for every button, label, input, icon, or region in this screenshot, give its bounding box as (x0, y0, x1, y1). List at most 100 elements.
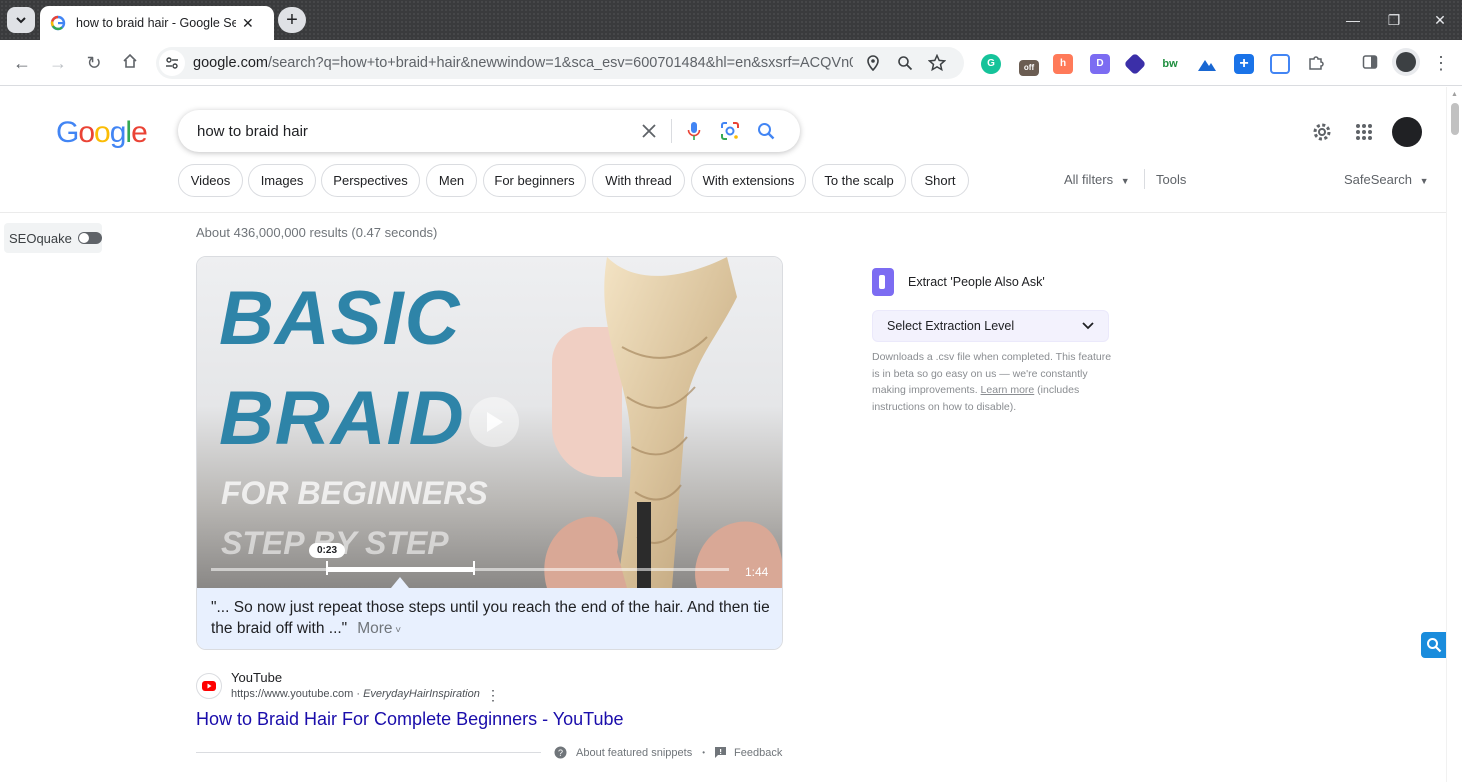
filter-divider (1144, 169, 1145, 189)
video-duration: 1:44 (745, 565, 769, 579)
dot-separator: • (702, 748, 706, 757)
chip-men[interactable]: Men (426, 164, 477, 197)
url-text: google.com/search?q=how+to+braid+hair&ne… (193, 55, 853, 71)
new-tab-button[interactable]: + (278, 7, 306, 33)
svg-text:?: ? (558, 748, 563, 758)
youtube-favicon-icon[interactable] (196, 673, 222, 699)
seoquake-label: SEOquake (9, 230, 72, 246)
chip-to-the-scalp[interactable]: To the scalp (812, 164, 906, 197)
dropdown-arrow-icon: ▼ (1120, 176, 1130, 186)
progress-tick-start (326, 561, 328, 575)
chevron-down-icon (16, 17, 26, 24)
badge-extension-icon[interactable] (1123, 52, 1147, 76)
google-favicon-icon (50, 15, 66, 31)
chip-images[interactable]: Images (248, 164, 316, 197)
help-circle-icon: ? (554, 746, 567, 759)
browser-tab-active[interactable]: how to braid hair - Google Search ✕ (40, 6, 274, 40)
address-bar[interactable]: google.com/search?q=how+to+braid+hair&ne… (156, 47, 964, 79)
page-scrollbar[interactable]: ▲ (1446, 87, 1462, 782)
bookmark-star-icon[interactable] (925, 51, 949, 75)
browser-toolbar: ← → ↻ google.com/search?q=how+to+braid+h… (0, 40, 1462, 118)
tools-button[interactable]: Tools (1156, 172, 1186, 187)
learn-more-link[interactable]: Learn more (981, 384, 1035, 396)
floating-search-tool-icon[interactable] (1421, 632, 1447, 658)
paa-extractor-icon (872, 268, 894, 296)
mountain-extension-icon[interactable] (1197, 54, 1217, 74)
result-title-link[interactable]: How to Braid Hair For Complete Beginners… (196, 709, 624, 730)
back-icon[interactable]: ← (10, 51, 34, 75)
search-box[interactable]: how to braid hair (178, 110, 800, 152)
chip-for-beginners[interactable]: For beginners (483, 164, 586, 197)
clear-search-icon[interactable] (637, 119, 661, 143)
scrollbar-thumb[interactable] (1451, 103, 1459, 135)
result-options-icon[interactable]: ⋮ (486, 687, 500, 704)
purple-d-extension-icon[interactable]: D (1090, 54, 1110, 74)
browser-menu-icon[interactable]: ⋮ (1429, 51, 1453, 75)
video-progress-segment[interactable] (327, 567, 474, 572)
tab-close-icon[interactable]: ✕ (242, 15, 254, 32)
more-button[interactable]: More ˅ (357, 620, 401, 637)
google-results-page: Google how to braid hair Videos Images P… (0, 87, 1447, 782)
tab-search-button[interactable] (7, 7, 35, 33)
google-logo[interactable]: Google (56, 116, 148, 150)
lens-camera-icon[interactable] (718, 119, 742, 143)
hubspot-extension-icon[interactable]: h (1053, 54, 1073, 74)
snippet-footer: ? About featured snippets • Feedback (554, 746, 782, 759)
chip-videos[interactable]: Videos (178, 164, 243, 197)
source-url[interactable]: https://www.youtube.com · EverydayHairIn… (231, 688, 480, 700)
search-input[interactable]: how to braid hair (197, 123, 637, 140)
about-featured-snippets-link[interactable]: About featured snippets (576, 747, 692, 759)
featured-video-card[interactable]: BASIC BRAID FOR BEGINNERS STEP BY STEP 0… (196, 256, 783, 650)
chevron-down-icon (1082, 322, 1094, 330)
search-icon[interactable] (754, 119, 778, 143)
extraction-level-label: Select Extraction Level (887, 319, 1015, 333)
header-separator (0, 212, 1446, 213)
side-panel-icon[interactable] (1360, 54, 1380, 74)
minimize-icon[interactable]: — (1343, 10, 1363, 30)
google-apps-icon[interactable] (1355, 123, 1373, 146)
source-site-name[interactable]: YouTube (231, 670, 282, 685)
settings-gear-icon[interactable] (1311, 121, 1333, 148)
chip-perspectives[interactable]: Perspectives (321, 164, 420, 197)
reload-icon[interactable]: ↻ (82, 51, 106, 75)
scroll-up-arrow-icon[interactable]: ▲ (1451, 91, 1458, 98)
forward-icon[interactable]: → (46, 51, 70, 75)
thumbnail-subtitle-line1: FOR BEGINNERS (221, 475, 488, 511)
feedback-link[interactable]: Feedback (734, 747, 782, 759)
microphone-icon[interactable] (682, 119, 706, 143)
chip-short[interactable]: Short (911, 164, 969, 197)
current-time-bubble: 0:23 (309, 543, 345, 558)
window-extension-icon[interactable] (1270, 54, 1290, 74)
chip-with-extensions[interactable]: With extensions (691, 164, 806, 197)
window-close-icon[interactable]: ✕ (1430, 10, 1450, 30)
plus-extension-icon[interactable]: + (1234, 54, 1254, 74)
browser-title-bar: how to braid hair - Google Search ✕ + — … (0, 0, 1462, 40)
progress-tick-end (473, 561, 475, 575)
restore-icon[interactable]: ❐ (1384, 10, 1404, 30)
puzzle-extensions-icon[interactable] (1306, 54, 1326, 74)
grammarly-extension-icon[interactable]: G (981, 54, 1001, 74)
thumbnail-title-line2: BRAID (219, 376, 465, 461)
chip-with-thread[interactable]: With thread (592, 164, 685, 197)
safesearch-button[interactable]: SafeSearch ▼ (1344, 172, 1428, 187)
extraction-level-select[interactable]: Select Extraction Level (872, 310, 1109, 342)
account-avatar[interactable] (1392, 117, 1422, 147)
chevron-down-icon: ˅ (392, 625, 402, 636)
feedback-icon (715, 747, 727, 758)
seoquake-toggle-panel[interactable]: SEOquake (4, 223, 102, 253)
site-info-icon[interactable] (159, 50, 185, 76)
zoom-icon[interactable] (893, 51, 917, 75)
play-icon[interactable] (469, 397, 519, 447)
video-transcript-snippet: "... So now just repeat those steps unti… (197, 588, 782, 649)
video-thumbnail[interactable]: BASIC BRAID FOR BEGINNERS STEP BY STEP 0… (197, 257, 782, 588)
result-stats: About 436,000,000 results (0.47 seconds) (196, 225, 438, 240)
tab-title: how to braid hair - Google Search (76, 16, 236, 30)
off-extension-icon[interactable]: off (1019, 60, 1039, 76)
bw-extension-icon[interactable]: bw (1160, 54, 1180, 74)
location-pin-icon[interactable] (861, 51, 885, 75)
all-filters-button[interactable]: All filters ▼ (1064, 172, 1130, 187)
profile-avatar[interactable] (1392, 48, 1420, 76)
snippet-pointer (391, 577, 409, 588)
home-icon[interactable] (118, 51, 142, 75)
seoquake-toggle[interactable] (77, 232, 102, 244)
